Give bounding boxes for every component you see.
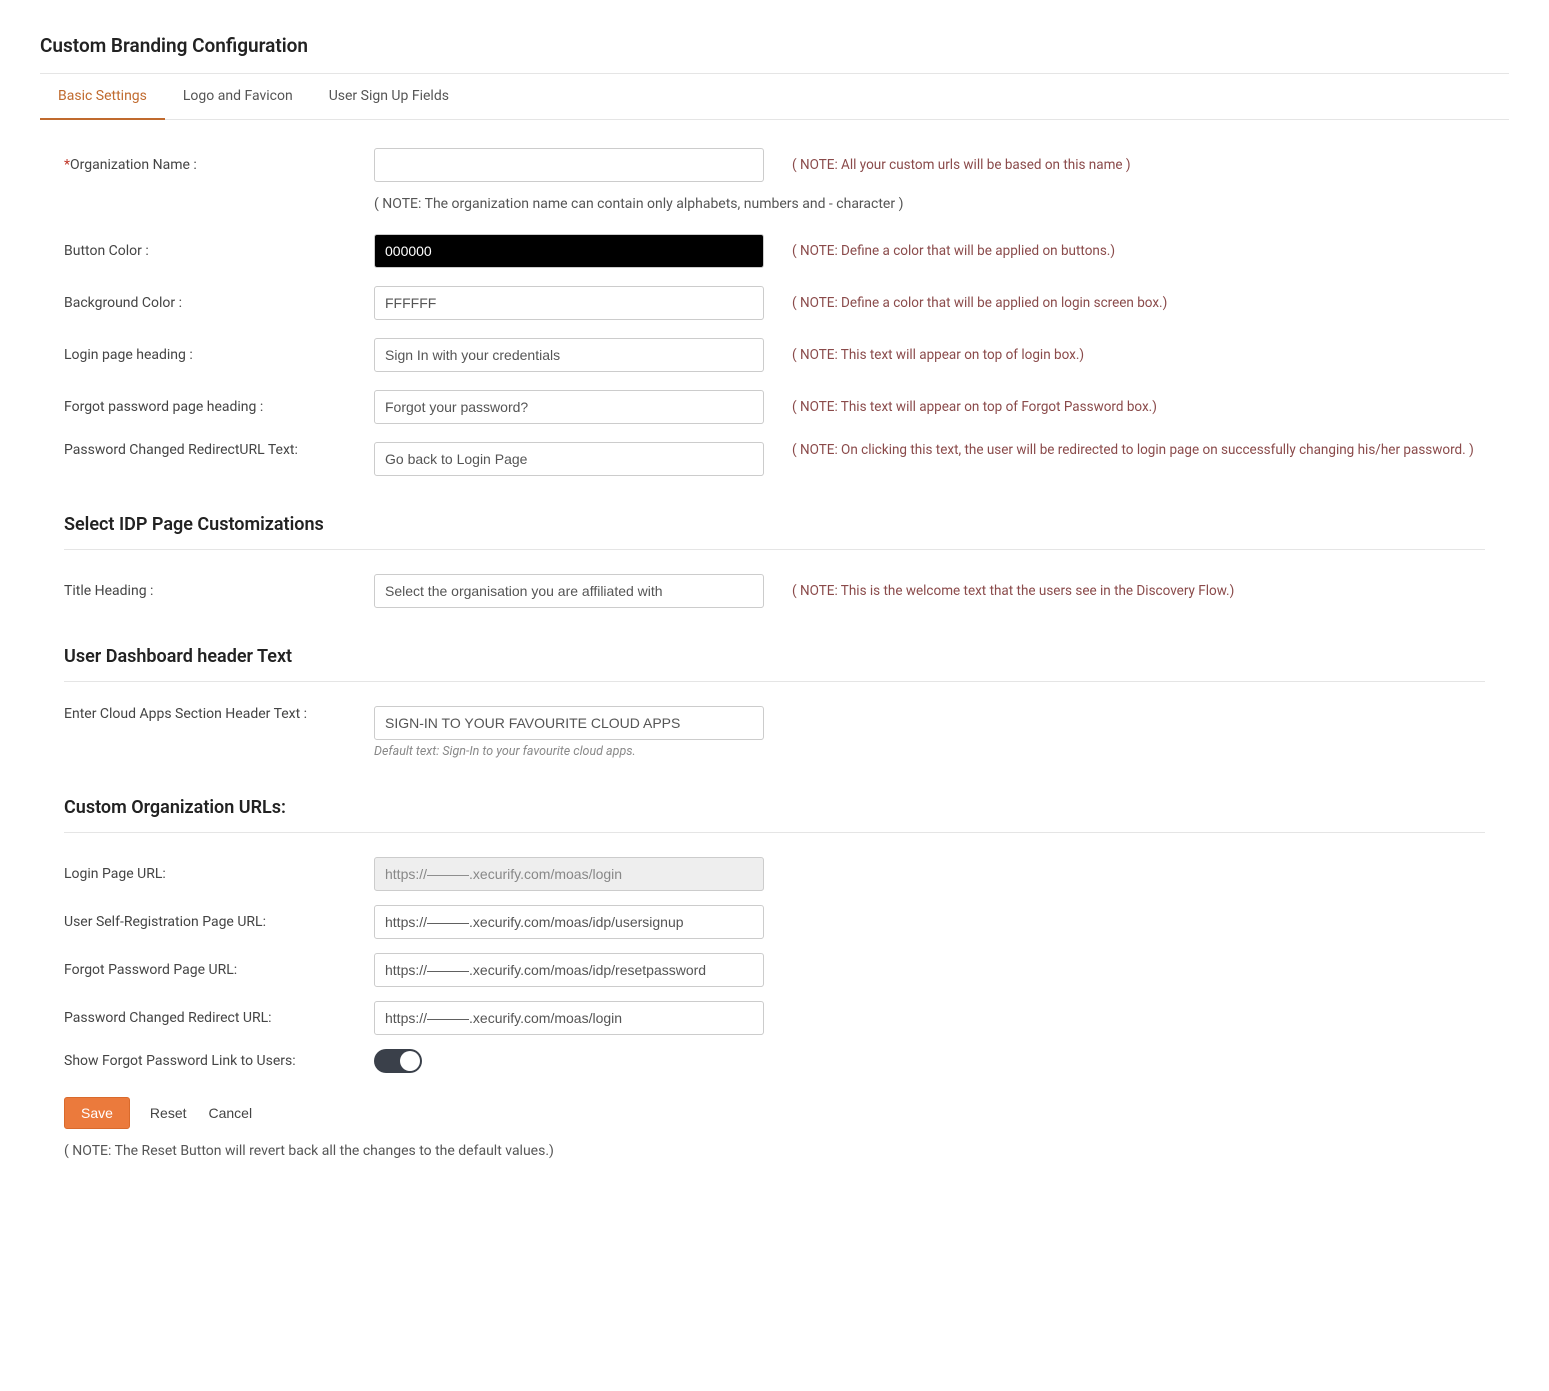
note-bg-color: ( NOTE: Define a color that will be appl…: [764, 295, 1485, 311]
label-button-color: Button Color :: [64, 243, 374, 259]
note-login-heading: ( NOTE: This text will appear on top of …: [764, 347, 1485, 363]
page-title: Custom Branding Configuration: [40, 20, 1509, 74]
input-forgot-url[interactable]: [374, 953, 764, 987]
label-title-heading: Title Heading :: [64, 583, 374, 599]
toggle-knob: [400, 1051, 420, 1071]
tab-logo-favicon[interactable]: Logo and Favicon: [165, 74, 311, 119]
label-bg-color: Background Color :: [64, 295, 374, 311]
section-dashboard: User Dashboard header Text: [64, 626, 1485, 682]
note-button-color: ( NOTE: Define a color that will be appl…: [764, 243, 1485, 259]
tab-signup-fields[interactable]: User Sign Up Fields: [311, 74, 467, 119]
toggle-show-forgot[interactable]: [374, 1049, 422, 1073]
save-button[interactable]: Save: [64, 1097, 130, 1129]
note-org-name: ( NOTE: All your custom urls will be bas…: [764, 157, 1485, 173]
label-login-url: Login Page URL:: [64, 866, 374, 882]
label-signup-url: User Self-Registration Page URL:: [64, 914, 374, 930]
input-pwd-changed-text[interactable]: [374, 442, 764, 476]
label-org-name: *Organization Name :: [64, 157, 374, 173]
actions: Save Reset Cancel: [64, 1097, 1485, 1129]
input-forgot-heading[interactable]: [374, 390, 764, 424]
input-cloud-apps[interactable]: [374, 706, 764, 740]
label-forgot-heading: Forgot password page heading :: [64, 399, 374, 415]
reset-button[interactable]: Reset: [148, 1098, 189, 1128]
input-bg-color[interactable]: [374, 286, 764, 320]
input-button-color[interactable]: [374, 234, 764, 268]
label-forgot-url: Forgot Password Page URL:: [64, 962, 374, 978]
input-title-heading[interactable]: [374, 574, 764, 608]
label-show-forgot: Show Forgot Password Link to Users:: [64, 1053, 374, 1069]
section-urls: Custom Organization URLs:: [64, 777, 1485, 833]
note-org-name-charset: ( NOTE: The organization name can contai…: [374, 196, 1485, 212]
input-login-heading[interactable]: [374, 338, 764, 372]
tabs: Basic Settings Logo and Favicon User Sig…: [40, 74, 1509, 120]
note-pwd-changed-text: ( NOTE: On clicking this text, the user …: [764, 442, 1485, 458]
tab-basic-settings[interactable]: Basic Settings: [40, 74, 165, 120]
input-login-url: [374, 857, 764, 891]
cancel-button[interactable]: Cancel: [207, 1098, 255, 1128]
note-title-heading: ( NOTE: This is the welcome text that th…: [764, 583, 1485, 599]
label-login-heading: Login page heading :: [64, 347, 374, 363]
section-idp: Select IDP Page Customizations: [64, 494, 1485, 550]
input-pwd-changed-url[interactable]: [374, 1001, 764, 1035]
label-pwd-changed-text: Password Changed RedirectURL Text:: [64, 442, 374, 458]
note-forgot-heading: ( NOTE: This text will appear on top of …: [764, 399, 1485, 415]
footer-note: ( NOTE: The Reset Button will revert bac…: [64, 1143, 1485, 1159]
label-cloud-apps: Enter Cloud Apps Section Header Text :: [64, 706, 374, 722]
help-cloud-apps: Default text: Sign-In to your favourite …: [374, 744, 764, 759]
label-pwd-changed-url: Password Changed Redirect URL:: [64, 1010, 374, 1026]
input-org-name[interactable]: [374, 148, 764, 182]
input-signup-url[interactable]: [374, 905, 764, 939]
